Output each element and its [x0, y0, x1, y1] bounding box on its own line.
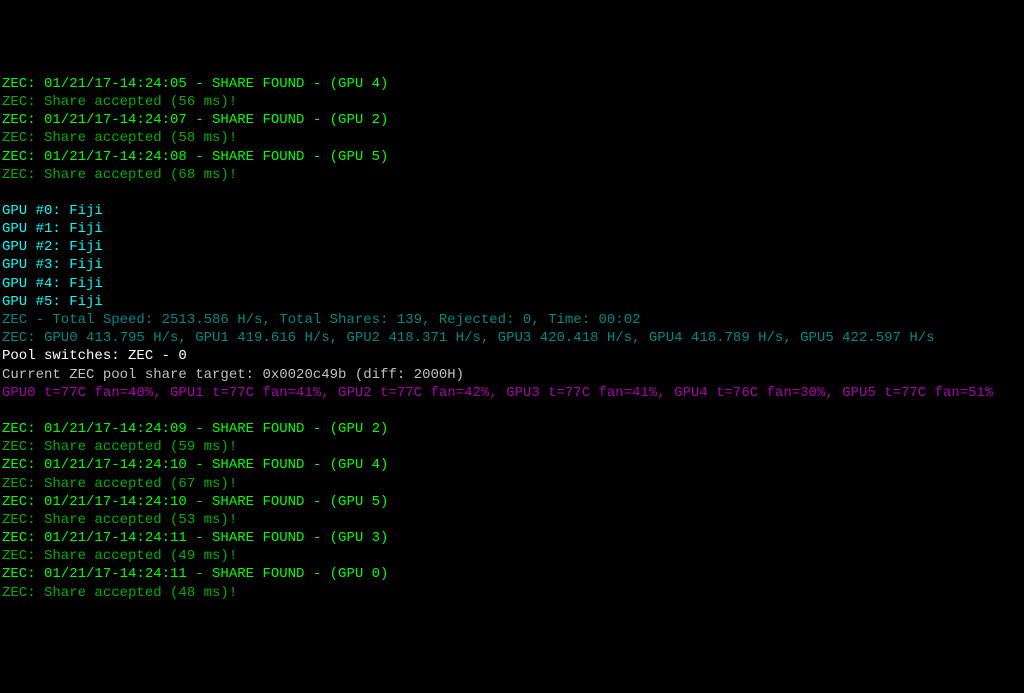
log-line: ZEC: 01/21/17-14:24:10 - SHARE FOUND - (…: [2, 493, 1022, 511]
log-line: ZEC: Share accepted (67 ms)!: [2, 475, 1022, 493]
log-line: ZEC: 01/21/17-14:24:05 - SHARE FOUND - (…: [2, 75, 1022, 93]
log-line: ZEC: Share accepted (58 ms)!: [2, 129, 1022, 147]
log-line: [2, 184, 1022, 202]
log-line: ZEC: GPU0 413.795 H/s, GPU1 419.616 H/s,…: [2, 329, 1022, 347]
log-line: GPU #1: Fiji: [2, 220, 1022, 238]
log-line: ZEC: Share accepted (53 ms)!: [2, 511, 1022, 529]
log-line: ZEC: 01/21/17-14:24:08 - SHARE FOUND - (…: [2, 148, 1022, 166]
log-line: Current ZEC pool share target: 0x0020c49…: [2, 366, 1022, 384]
log-line: ZEC: 01/21/17-14:24:11 - SHARE FOUND - (…: [2, 565, 1022, 583]
log-line: [2, 402, 1022, 420]
log-line: ZEC: Share accepted (68 ms)!: [2, 166, 1022, 184]
log-line: GPU #4: Fiji: [2, 275, 1022, 293]
log-line: GPU0 t=77C fan=40%, GPU1 t=77C fan=41%, …: [2, 384, 1022, 402]
log-line: GPU #3: Fiji: [2, 256, 1022, 274]
log-line: GPU #2: Fiji: [2, 238, 1022, 256]
log-line: ZEC: Share accepted (48 ms)!: [2, 584, 1022, 602]
log-line: ZEC: Share accepted (56 ms)!: [2, 93, 1022, 111]
log-line: ZEC: Share accepted (49 ms)!: [2, 547, 1022, 565]
log-line: GPU #5: Fiji: [2, 293, 1022, 311]
log-line: ZEC: 01/21/17-14:24:10 - SHARE FOUND - (…: [2, 456, 1022, 474]
log-line: ZEC: Share accepted (59 ms)!: [2, 438, 1022, 456]
log-line: GPU #0: Fiji: [2, 202, 1022, 220]
log-line: Pool switches: ZEC - 0: [2, 347, 1022, 365]
log-line: ZEC: 01/21/17-14:24:11 - SHARE FOUND - (…: [2, 529, 1022, 547]
log-line: ZEC: 01/21/17-14:24:07 - SHARE FOUND - (…: [2, 111, 1022, 129]
log-line: ZEC - Total Speed: 2513.586 H/s, Total S…: [2, 311, 1022, 329]
terminal-output: ZEC: 01/21/17-14:24:05 - SHARE FOUND - (…: [2, 75, 1022, 602]
log-line: ZEC: 01/21/17-14:24:09 - SHARE FOUND - (…: [2, 420, 1022, 438]
